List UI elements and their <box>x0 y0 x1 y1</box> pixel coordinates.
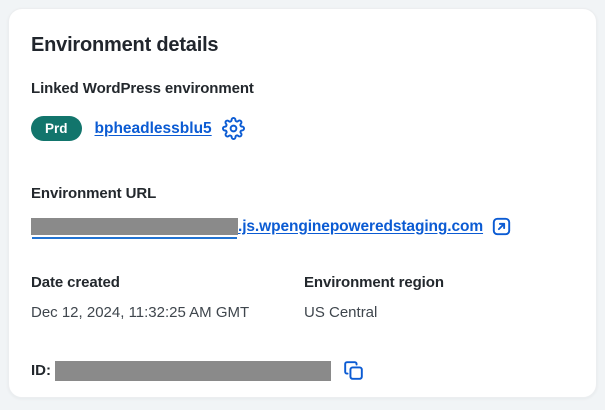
gear-icon <box>221 117 245 140</box>
linked-environment-label: Linked WordPress environment <box>31 80 254 97</box>
environment-url-label: Environment URL <box>31 185 157 202</box>
environment-region-value: US Central <box>304 304 378 321</box>
environment-region-column: Environment region US Central <box>304 274 444 321</box>
date-created-column: Date created Dec 12, 2024, 11:32:25 AM G… <box>31 274 304 321</box>
redacted-url-bar <box>31 218 238 239</box>
environment-badge: Prd <box>31 115 82 142</box>
environment-name-link[interactable]: bpheadlessblu5 <box>95 120 212 138</box>
open-url-button[interactable] <box>491 216 512 237</box>
meta-section: Date created Dec 12, 2024, 11:32:25 AM G… <box>31 274 572 321</box>
environment-url-link[interactable]: .js.wpenginepoweredstaging.com <box>31 217 484 239</box>
date-created-label: Date created <box>31 274 120 291</box>
page-title: Environment details <box>31 34 219 56</box>
page-background: { "card": { "title": "Environment detail… <box>0 0 605 410</box>
environment-id-label: ID: <box>31 362 51 379</box>
environment-url-text: .js.wpenginepoweredstaging.com <box>238 217 484 235</box>
environment-region-label: Environment region <box>304 274 444 291</box>
external-link-icon <box>491 216 512 237</box>
environment-details-card: Environment details Linked WordPress env… <box>8 8 597 398</box>
copy-id-button[interactable] <box>343 360 364 381</box>
copy-icon <box>343 360 364 381</box>
redacted-id-bar <box>55 360 331 381</box>
date-created-value: Dec 12, 2024, 11:32:25 AM GMT <box>31 304 250 321</box>
environment-url-row: .js.wpenginepoweredstaging.com <box>31 215 572 239</box>
environment-id-row: ID: <box>31 360 572 381</box>
linked-environment-row: Prd bpheadlessblu5 <box>31 114 572 143</box>
environment-settings-button[interactable] <box>221 117 245 140</box>
